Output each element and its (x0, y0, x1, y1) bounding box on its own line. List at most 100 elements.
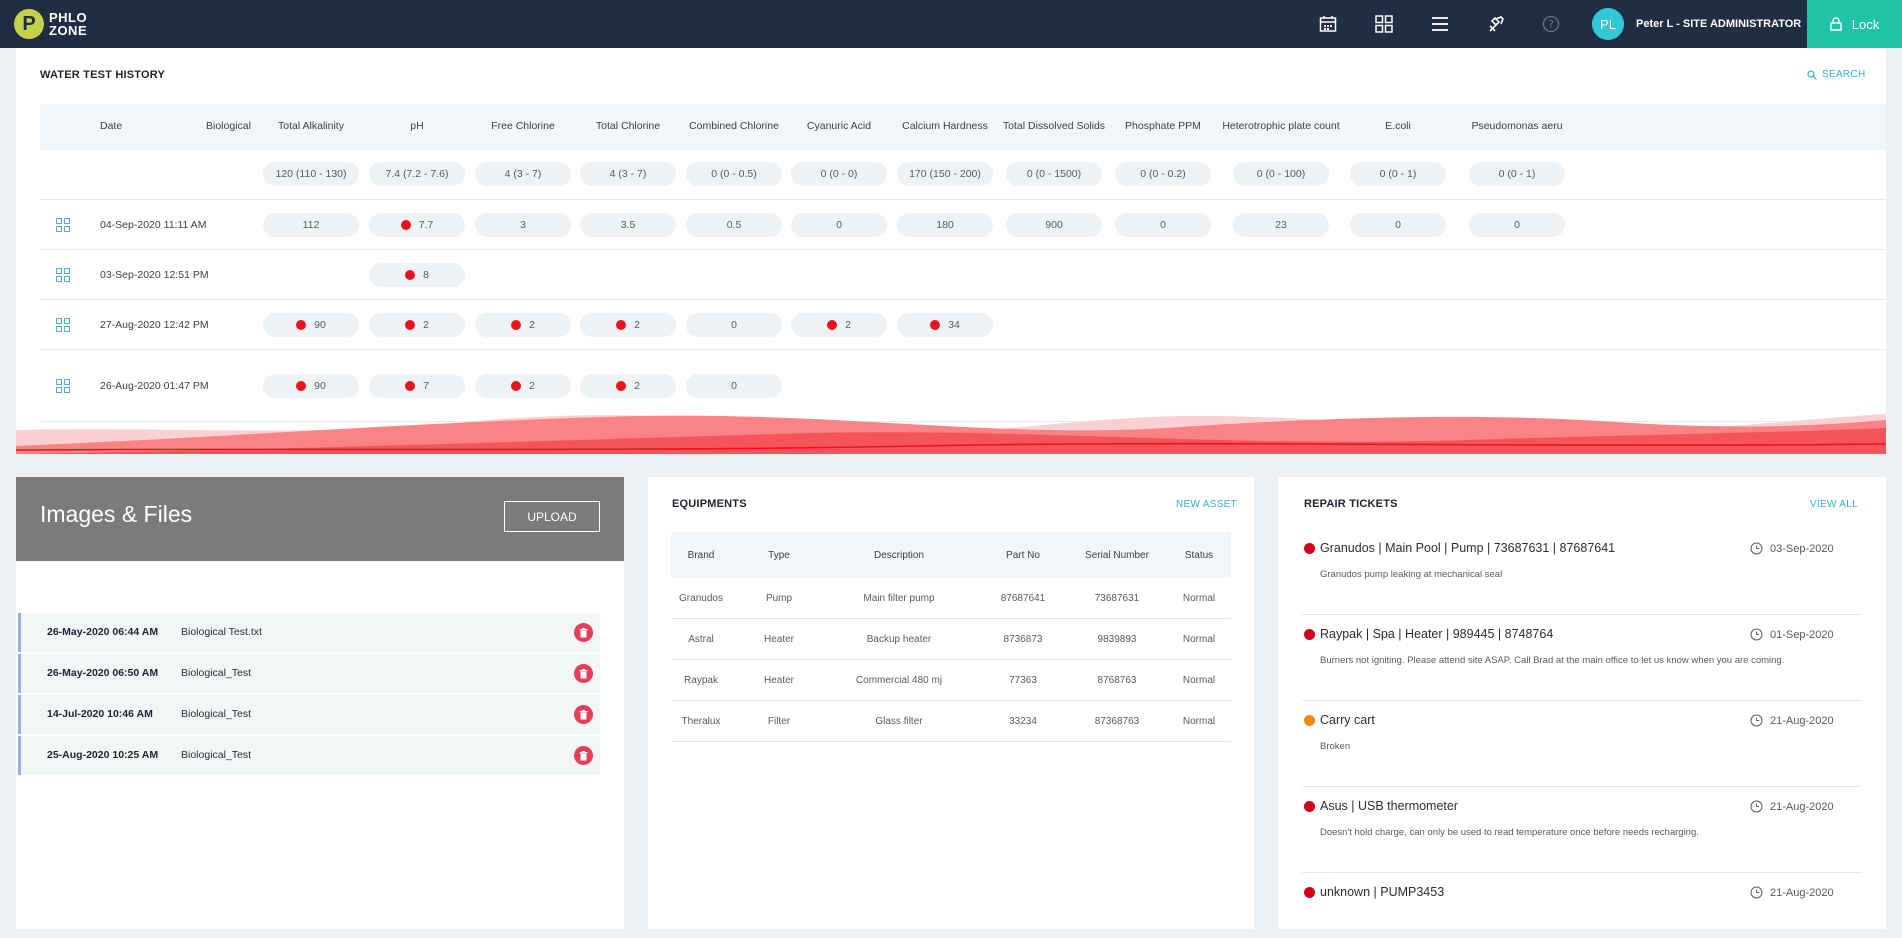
upload-button[interactable]: UPLOAD (504, 501, 600, 532)
repair-tickets-title: REPAIR TICKETS (1304, 498, 1398, 510)
column-header[interactable]: Biological (206, 120, 251, 132)
test-value: 3 (520, 219, 526, 231)
water-test-row[interactable]: 04-Sep-2020 11:11 AM 112 7.7 3 3.5 0.5 0 180 900… (40, 200, 1886, 250)
test-value: 2 (423, 319, 429, 331)
trash-icon (579, 709, 588, 719)
test-value-pill: 112 (263, 213, 359, 237)
view-all-link[interactable]: VIEW ALL (1810, 499, 1858, 510)
lock-label: Lock (1851, 16, 1880, 32)
file-row[interactable]: 14-Jul-2020 10:46 AM Biological_Test (18, 695, 600, 734)
equipment-row[interactable]: Granudos Pump Main filter pump 87687641 7368… (671, 578, 1231, 619)
file-name[interactable]: Biological_Test (181, 749, 251, 761)
menu-icon[interactable] (1429, 13, 1451, 35)
new-asset-link[interactable]: NEW ASSET (1176, 499, 1237, 510)
ticket-date: 21-Aug-2020 (1750, 800, 1834, 813)
test-value-pill: 2 (580, 313, 676, 337)
equipment-row[interactable]: Raypak Heater Commercial 480 mj 77363 876876… (671, 660, 1231, 701)
test-value: 23 (1275, 219, 1287, 231)
test-value: 7.7 (418, 219, 434, 231)
equipment-column-header[interactable]: Status (1149, 550, 1249, 561)
file-row[interactable]: 26-May-2020 06:44 AM Biological Test.txt (18, 613, 600, 652)
ticket-date-text: 21-Aug-2020 (1770, 800, 1834, 813)
test-value: 2 (634, 380, 640, 392)
test-value-pill: 0.5 (686, 213, 782, 237)
column-header[interactable]: Calcium Hardness (885, 120, 1005, 132)
top-navigation-bar: P PHLO ZONE ? PL Peter L - SITE ADMINIST… (0, 0, 1902, 48)
repair-ticket[interactable]: Carry cart Broken 21-Aug-2020 (1302, 701, 1862, 787)
file-row[interactable]: 26-May-2020 06:50 AM Biological_Test (18, 654, 600, 693)
lock-button[interactable]: Lock (1807, 0, 1902, 48)
tools-icon[interactable] (1485, 13, 1507, 35)
user-name-label[interactable]: Peter L - SITE ADMINISTRATOR (1636, 18, 1801, 30)
column-header[interactable]: Cyanuric Acid (779, 120, 899, 132)
file-name[interactable]: Biological_Test (181, 667, 251, 679)
column-header[interactable]: Phosphate PPM (1103, 120, 1223, 132)
test-value-pill: 0 (686, 374, 782, 398)
grid-icon[interactable] (1373, 13, 1395, 35)
help-icon[interactable]: ? (1540, 13, 1562, 35)
images-files-title: Images & Files (40, 501, 193, 527)
ticket-date: 01-Sep-2020 (1750, 628, 1834, 641)
row-details-icon[interactable] (56, 379, 70, 393)
test-value-pill: 900 (1006, 213, 1102, 237)
delete-file-button[interactable] (574, 746, 593, 765)
calendar-icon[interactable] (1317, 13, 1339, 35)
delete-file-button[interactable] (574, 623, 593, 642)
equipment-cell: 87687641 (1000, 593, 1046, 604)
search-link[interactable]: SEARCH (1807, 69, 1865, 80)
row-details-icon[interactable] (56, 268, 70, 282)
user-avatar[interactable]: PL (1592, 8, 1624, 40)
column-header[interactable]: Total Dissolved Solids (994, 120, 1114, 132)
test-value-pill: 2 (475, 374, 571, 398)
row-details-icon[interactable] (56, 218, 70, 232)
repair-ticket[interactable]: Raypak | Spa | Heater | 989445 | 8748764… (1302, 615, 1862, 701)
column-header[interactable]: Heterotrophic plate count (1221, 120, 1341, 132)
ticket-title[interactable]: Raypak | Spa | Heater | 989445 | 8748764 (1320, 627, 1553, 641)
ticket-title[interactable]: unknown | PUMP3453 (1320, 885, 1444, 899)
test-value-pill: 2 (580, 374, 676, 398)
delete-file-button[interactable] (574, 705, 593, 724)
out-of-range-indicator (405, 381, 416, 391)
equipment-column-header[interactable]: Part No (973, 550, 1073, 561)
app-logo[interactable]: P PHLO ZONE (14, 9, 87, 39)
ticket-date-text: 21-Aug-2020 (1770, 714, 1834, 727)
ticket-title[interactable]: Granudos | Main Pool | Pump | 73687631 |… (1320, 541, 1615, 555)
column-header[interactable]: pH (357, 120, 477, 132)
test-value-pill: 0 (1469, 213, 1565, 237)
test-date: 04-Sep-2020 11:11 AM (100, 219, 207, 231)
column-header[interactable]: Date (100, 120, 122, 132)
equipment-cell: 8736873 (1003, 634, 1043, 645)
equipment-cell: 77363 (1009, 675, 1037, 686)
water-test-row[interactable]: 03-Sep-2020 12:51 PM 8 (40, 250, 1886, 300)
file-name[interactable]: Biological_Test (181, 708, 251, 720)
column-header[interactable]: Total Alkalinity (251, 120, 371, 132)
column-header[interactable]: Free Chlorine (463, 120, 583, 132)
column-header[interactable]: Combined Chlorine (674, 120, 794, 132)
ticket-title[interactable]: Carry cart (1320, 713, 1375, 727)
equipment-column-header[interactable]: Type (729, 550, 829, 561)
equipment-column-header[interactable]: Description (849, 550, 949, 561)
repair-ticket[interactable]: unknown | PUMP3453 21-Aug-2020 (1302, 873, 1862, 938)
search-icon (1807, 69, 1817, 80)
test-value: 0.5 (726, 219, 742, 231)
water-test-row[interactable]: 27-Aug-2020 12:42 PM 90 2 2 2 0 2 34 (40, 300, 1886, 350)
column-header[interactable]: Total Chlorine (568, 120, 688, 132)
equipment-row[interactable]: Astral Heater Backup heater 8736873 9839893 N… (671, 619, 1231, 660)
equipment-cell: Filter (767, 716, 791, 727)
lock-icon (1830, 17, 1842, 31)
images-files-header: Images & Files UPLOAD (16, 477, 624, 561)
test-value-pill: 8 (369, 263, 465, 287)
target-range-pill: 120 (110 - 130) (263, 162, 359, 186)
equipment-row[interactable]: Theralux Filter Glass filter 33234 87368763 N… (671, 701, 1231, 742)
row-details-icon[interactable] (56, 318, 70, 332)
ticket-title[interactable]: Asus | USB thermometer (1320, 799, 1458, 813)
column-header[interactable]: Pseudomonas aeru (1457, 120, 1577, 132)
repair-ticket[interactable]: Granudos | Main Pool | Pump | 73687631 |… (1302, 529, 1862, 615)
file-row[interactable]: 25-Aug-2020 10:25 AM Biological_Test (18, 736, 600, 775)
out-of-range-indicator (400, 220, 411, 230)
delete-file-button[interactable] (574, 664, 593, 683)
column-header[interactable]: E.coli (1338, 120, 1458, 132)
equipment-cell: Main filter pump (863, 593, 935, 604)
file-name[interactable]: Biological Test.txt (181, 626, 262, 638)
repair-ticket[interactable]: Asus | USB thermometer Doesn't hold charg… (1302, 787, 1862, 873)
